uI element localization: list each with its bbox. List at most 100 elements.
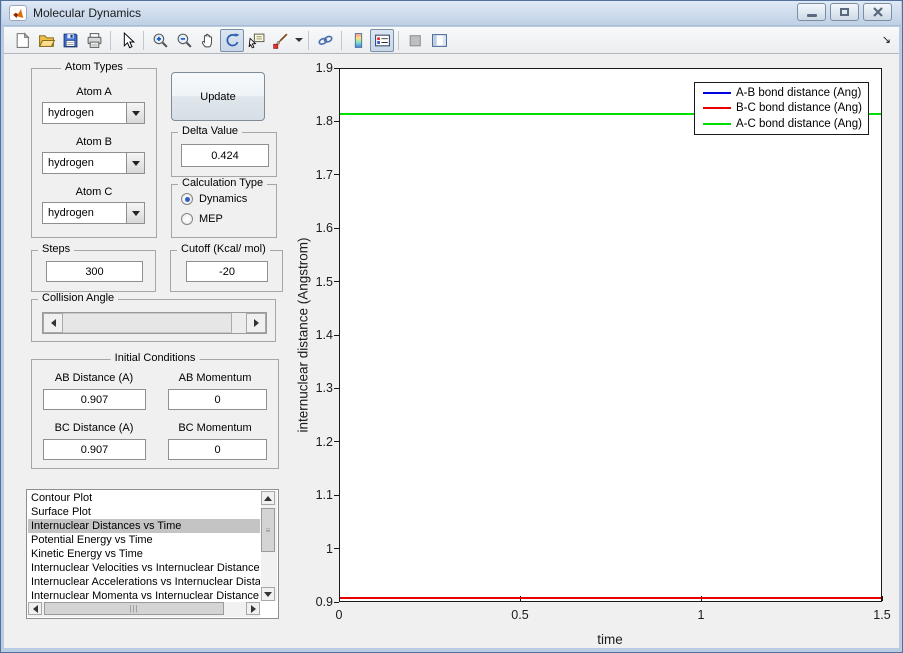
- chevron-down-icon[interactable]: [126, 203, 144, 223]
- new-figure-button[interactable]: [10, 29, 34, 52]
- minimize-icon: [806, 13, 817, 17]
- y-tick-label: 1.7: [315, 167, 333, 182]
- slider-track[interactable]: [232, 313, 246, 333]
- hscroll-thumb[interactable]: |||: [44, 602, 224, 615]
- toolbar-separator: [398, 30, 399, 50]
- data-cursor-icon: [248, 33, 264, 48]
- y-tick-mark: [334, 227, 339, 229]
- ab-momentum-input[interactable]: [168, 389, 267, 410]
- legend[interactable]: A-B bond distance (Ang) B-C bond distance…: [694, 82, 869, 135]
- list-item[interactable]: Internuclear Accelerations vs Internucle…: [28, 575, 260, 589]
- panel-title: Atom Types: [61, 61, 127, 73]
- legend-icon: [374, 34, 390, 46]
- list-item[interactable]: Kinetic Energy vs Time: [28, 547, 260, 561]
- y-tick-label: 1.6: [315, 221, 333, 236]
- insert-legend-button[interactable]: [370, 28, 394, 52]
- y-tick-label: 1: [326, 541, 333, 556]
- vscroll-thumb[interactable]: ≡: [261, 508, 275, 552]
- scroll-right-button[interactable]: [246, 602, 260, 615]
- y-tick-mark: [334, 120, 339, 122]
- y-tick-mark: [334, 548, 339, 550]
- toolbar-separator: [110, 30, 111, 50]
- y-tick-mark: [334, 494, 339, 496]
- atom-types-panel: Atom Types Atom A hydrogen Atom B hydrog…: [31, 61, 157, 238]
- y-tick-label: 0.9: [315, 595, 333, 609]
- cutoff-input[interactable]: [186, 261, 268, 282]
- legend-item[interactable]: B-C bond distance (Ang): [695, 101, 868, 116]
- show-plot-tools-button[interactable]: [427, 29, 451, 52]
- radio-icon: [181, 213, 193, 225]
- brush-dropdown-button[interactable]: [292, 29, 304, 52]
- y-tick-mark: [334, 281, 339, 283]
- radio-label: MEP: [199, 213, 223, 225]
- zoom-in-button[interactable]: [148, 29, 172, 52]
- atom-a-label: Atom A: [76, 86, 112, 98]
- toolbar-overflow-icon[interactable]: ↘: [882, 33, 891, 46]
- chevron-down-icon[interactable]: [126, 103, 144, 123]
- atom-b-label: Atom B: [75, 136, 113, 148]
- slider-right-arrow[interactable]: [246, 313, 266, 333]
- bc-distance-input[interactable]: [43, 439, 146, 460]
- rotate-3d-button[interactable]: [220, 28, 244, 52]
- scroll-down-button[interactable]: [261, 587, 275, 601]
- panel-title: Calculation Type: [178, 177, 268, 189]
- legend-item[interactable]: A-C bond distance (Ang): [695, 117, 868, 132]
- scroll-left-button[interactable]: [28, 602, 42, 615]
- brush-button[interactable]: [268, 29, 292, 52]
- update-button[interactable]: Update: [171, 72, 265, 121]
- list-item[interactable]: Internuclear Distances vs Time: [28, 519, 260, 533]
- insert-colorbar-button[interactable]: [346, 29, 370, 52]
- atom-c-select[interactable]: hydrogen: [42, 202, 145, 224]
- list-item[interactable]: Internuclear Momenta vs Internuclear Dis…: [28, 589, 260, 601]
- atom-a-select[interactable]: hydrogen: [42, 102, 145, 124]
- plot-area[interactable]: [339, 68, 882, 602]
- plot-type-listbox: Contour Plot Surface Plot Internuclear Dis…: [26, 489, 279, 619]
- y-tick-mark: [334, 334, 339, 336]
- open-file-button[interactable]: [34, 29, 58, 52]
- y-tick-label: 1.8: [315, 114, 333, 129]
- minimize-button[interactable]: [797, 3, 826, 21]
- collision-angle-slider[interactable]: [42, 312, 267, 334]
- radio-dynamics[interactable]: Dynamics: [181, 193, 247, 205]
- slider-left-arrow[interactable]: [43, 313, 63, 333]
- data-cursor-button[interactable]: [244, 29, 268, 52]
- y-tick-label: 1.2: [315, 434, 333, 449]
- pan-button[interactable]: [196, 29, 220, 52]
- vertical-scrollbar[interactable]: ≡: [261, 491, 277, 601]
- ab-distance-input[interactable]: [43, 389, 146, 410]
- list-item[interactable]: Potential Energy vs Time: [28, 533, 260, 547]
- hide-plot-tools-button[interactable]: [403, 29, 427, 52]
- x-tick-label: 1: [697, 608, 705, 622]
- scroll-up-button[interactable]: [261, 491, 275, 505]
- legend-label: B-C bond distance (Ang): [736, 102, 862, 115]
- bc-momentum-input[interactable]: [168, 439, 267, 460]
- steps-input[interactable]: [46, 261, 143, 282]
- delta-value-input[interactable]: [181, 144, 269, 167]
- list-item[interactable]: Surface Plot: [28, 505, 260, 519]
- ab-distance-label: AB Distance (A): [54, 372, 134, 384]
- list-item[interactable]: Contour Plot: [28, 491, 260, 505]
- edit-plot-button[interactable]: [115, 29, 139, 52]
- slider-thumb[interactable]: [63, 313, 232, 333]
- legend-label: A-B bond distance (Ang): [736, 86, 862, 99]
- restore-button[interactable]: [830, 3, 859, 21]
- panel-title: Delta Value: [178, 125, 243, 137]
- close-button[interactable]: [863, 3, 892, 21]
- arrow-right-icon: [250, 604, 256, 613]
- horizontal-scrollbar[interactable]: |||: [28, 602, 260, 617]
- zoom-out-button[interactable]: [172, 29, 196, 52]
- list-item[interactable]: Internuclear Velocities vs Internuclear …: [28, 561, 260, 575]
- y-tick-mark: [334, 67, 339, 69]
- save-figure-button[interactable]: [58, 29, 82, 52]
- x-tick-mark: [881, 596, 883, 601]
- link-plot-button[interactable]: [313, 29, 337, 52]
- steps-panel: Steps: [31, 243, 156, 292]
- new-figure-icon: [16, 31, 30, 48]
- chevron-down-icon: [294, 38, 303, 42]
- atom-b-select[interactable]: hydrogen: [42, 152, 145, 174]
- titlebar[interactable]: Molecular Dynamics: [2, 1, 901, 26]
- print-figure-button[interactable]: [82, 29, 106, 52]
- legend-item[interactable]: A-B bond distance (Ang): [695, 85, 868, 100]
- radio-mep[interactable]: MEP: [181, 213, 223, 225]
- chevron-down-icon[interactable]: [126, 153, 144, 173]
